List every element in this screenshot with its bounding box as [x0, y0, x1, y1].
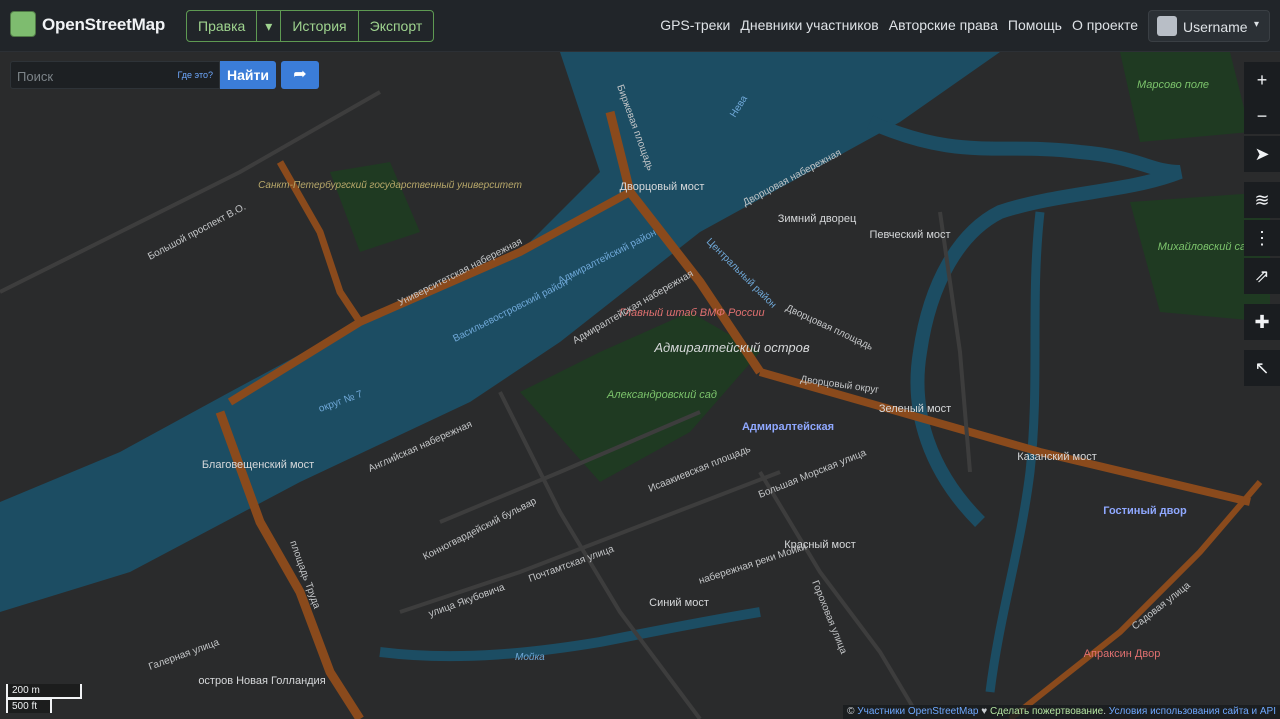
nav-help[interactable]: Помощь — [1008, 17, 1062, 33]
info-icon: ⋮ — [1253, 228, 1271, 248]
map-label: Адмиралтейская — [742, 421, 834, 433]
note-icon: ✚ — [1254, 312, 1270, 332]
map-label: Зимний дворец — [778, 213, 857, 225]
map-label: Благовещенский мост — [202, 459, 314, 471]
map-label: Адмиралтейский остров — [653, 340, 810, 355]
map-label: Санкт-Петербургский государственный унив… — [258, 179, 522, 191]
map-canvas[interactable]: Дворцовый мост Благовещенский мост Адмир… — [0, 52, 1280, 719]
scale-metric: 200 m — [6, 684, 82, 699]
zoom-out-button[interactable]: − — [1244, 98, 1280, 134]
where-is-this-link[interactable]: Где это? — [178, 70, 213, 80]
map-label: Зеленый мост — [879, 403, 951, 415]
search-input[interactable]: Поиск Где это? — [10, 61, 220, 89]
edit-button[interactable]: Правка — [187, 11, 258, 41]
share-icon: ⇗ — [1254, 266, 1270, 286]
add-note-button[interactable]: ✚ — [1244, 304, 1280, 340]
username: Username — [1183, 19, 1248, 35]
copyright-symbol: © — [847, 706, 858, 717]
export-button[interactable]: Экспорт — [359, 11, 434, 41]
map-tiles[interactable]: Дворцовый мост Благовещенский мост Адмир… — [0, 52, 1280, 719]
map-label: Дворцовый мост — [620, 181, 705, 193]
map-label: Певческий мост — [869, 229, 950, 241]
map-label: остров Новая Голландия — [198, 675, 325, 687]
scale-bar: 200 m 500 ft — [6, 684, 82, 713]
map-label: Гостиный двор — [1103, 505, 1187, 517]
search-placeholder: Поиск — [17, 69, 54, 84]
edit-button-group: Правка ▾ История Экспорт — [186, 10, 435, 42]
map-label: Казанский мост — [1017, 451, 1097, 463]
water-label: Мойка — [515, 652, 545, 663]
openstreetmap-logo-icon[interactable] — [10, 11, 36, 37]
terms-link[interactable]: Условия использования сайта и API — [1109, 706, 1276, 717]
nav-copyright[interactable]: Авторские права — [889, 17, 998, 33]
map-key-button[interactable]: ⋮ — [1244, 220, 1280, 256]
query-features-button[interactable]: ↖ — [1244, 350, 1280, 386]
zoom-in-button[interactable]: + — [1244, 62, 1280, 98]
locate-arrow-icon: ➤ — [1254, 144, 1270, 164]
map-label: Михайловский сад — [1158, 241, 1252, 253]
attribution: © Участники OpenStreetMap ♥ Сделать поже… — [843, 705, 1280, 719]
share-button[interactable]: ⇗ — [1244, 258, 1280, 294]
scale-imperial: 500 ft — [6, 698, 52, 713]
map-label: Александровский сад — [606, 389, 717, 401]
directions-button[interactable]: ➦ — [281, 61, 319, 89]
search-button[interactable]: Найти — [220, 61, 276, 89]
layers-button[interactable]: ≋ — [1244, 182, 1280, 218]
user-menu-button[interactable]: Username ▾ — [1148, 10, 1270, 42]
park-mars-field — [1120, 52, 1250, 142]
chevron-down-icon: ▾ — [1253, 19, 1259, 30]
cursor-icon: ↖ — [1254, 358, 1270, 378]
top-navigation-bar: OpenStreetMap Правка ▾ История Экспорт G… — [0, 0, 1280, 52]
nav-about[interactable]: О проекте — [1072, 17, 1138, 33]
map-label: Марсово поле — [1137, 79, 1209, 91]
map-label: Апраксин Двор — [1084, 648, 1161, 660]
nav-user-diaries[interactable]: Дневники участников — [740, 17, 878, 33]
layers-icon: ≋ — [1254, 190, 1270, 210]
map-label: Синий мост — [649, 597, 709, 609]
directions-icon: ➦ — [293, 66, 307, 83]
heart-icon: ♥ — [978, 706, 990, 717]
history-button[interactable]: История — [281, 11, 359, 41]
edit-dropdown-toggle[interactable]: ▾ — [257, 11, 282, 41]
avatar — [1157, 16, 1177, 36]
secondary-nav: GPS-треки Дневники участников Авторские … — [660, 17, 1138, 33]
contributors-link[interactable]: Участники OpenStreetMap — [857, 706, 978, 717]
locate-button[interactable]: ➤ — [1244, 136, 1280, 172]
nav-gps-traces[interactable]: GPS-треки — [660, 17, 730, 33]
donate-link[interactable]: Сделать пожертвование — [990, 706, 1103, 717]
brand-name[interactable]: OpenStreetMap — [42, 15, 165, 35]
